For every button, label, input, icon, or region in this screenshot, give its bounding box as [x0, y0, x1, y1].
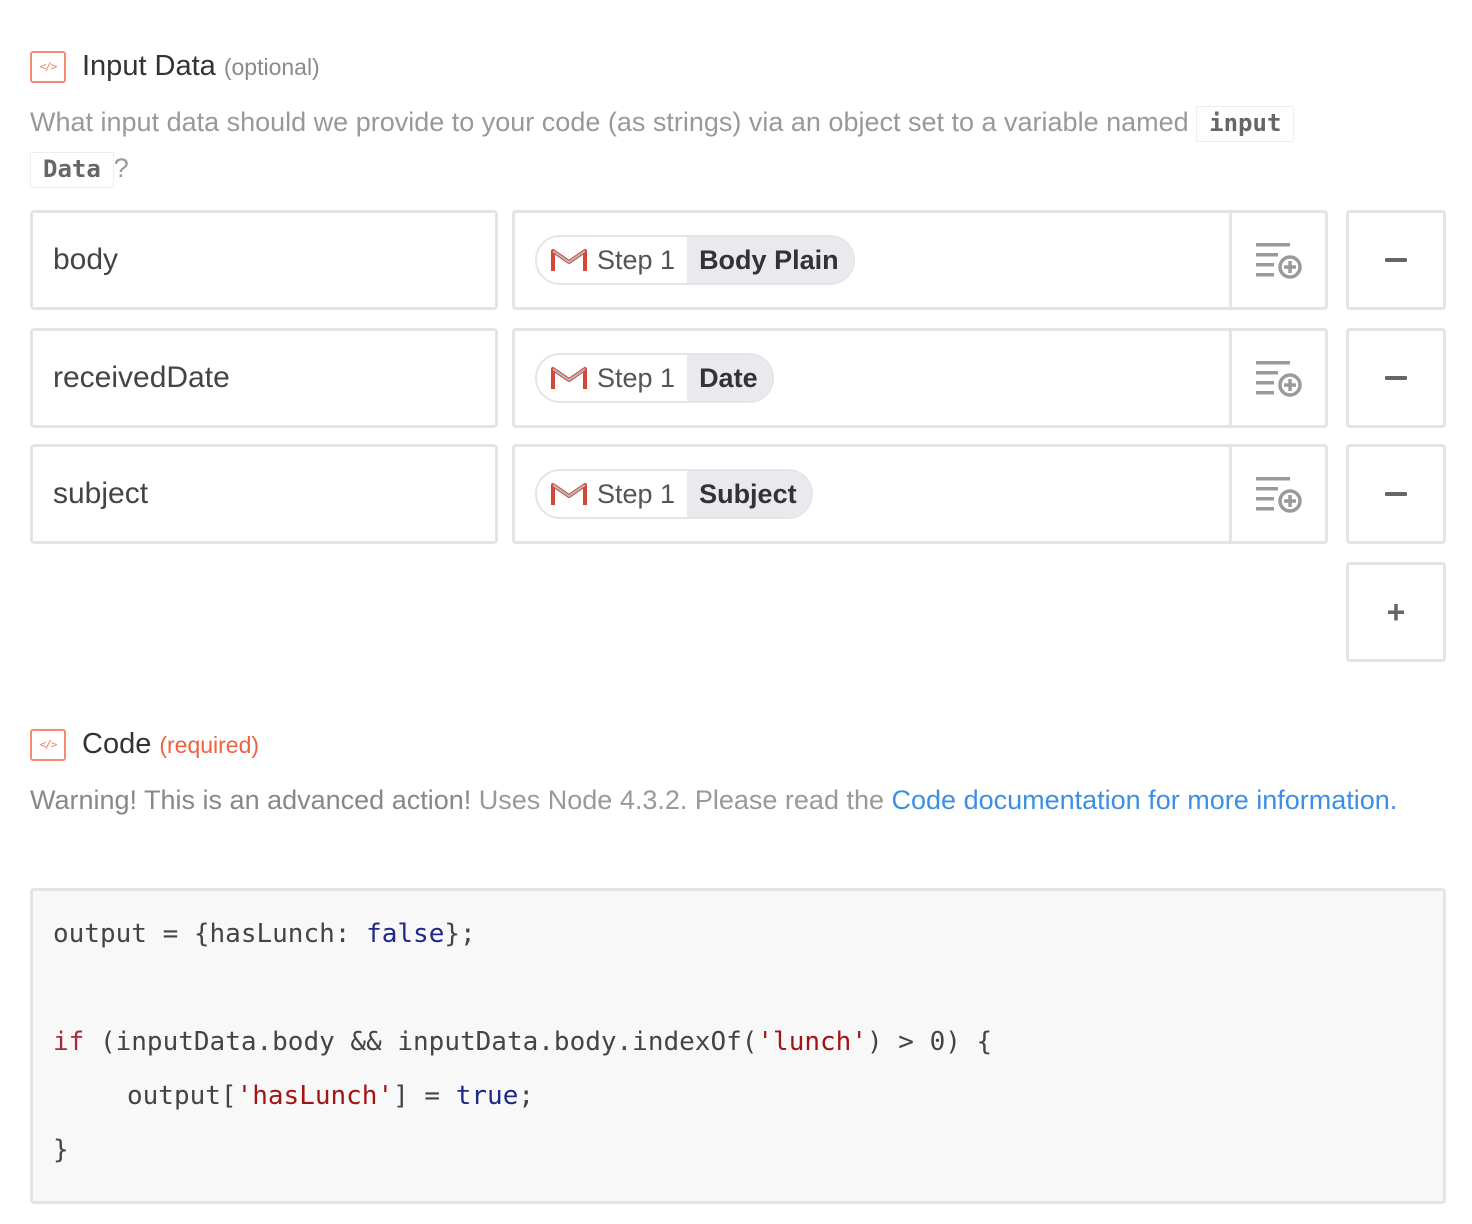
pill-step-label: Step 1	[597, 244, 676, 275]
add-row-button[interactable]: +	[1346, 562, 1446, 662]
required-tag: (required)	[159, 732, 260, 758]
input-value-field[interactable]: Step 1 Date	[512, 328, 1328, 428]
mapped-field-pill[interactable]: Step 1 Subject	[535, 469, 813, 519]
minus-icon	[1385, 258, 1407, 262]
pill-field-label: Date	[687, 355, 772, 401]
code-line: output['hasLunch'] = true;	[127, 1081, 535, 1111]
remove-row-button[interactable]	[1346, 444, 1446, 544]
code-editor[interactable]: output = {hasLunch: false}; if (inputDat…	[30, 888, 1446, 1204]
input-data-variable: input	[1196, 106, 1295, 142]
code-header: </> Code (required)	[30, 728, 259, 761]
warning-bold: Warning! This is an advanced action!	[30, 785, 472, 815]
minus-icon	[1385, 376, 1407, 380]
code-line: if (inputData.body && inputData.body.ind…	[53, 1027, 993, 1057]
input-data-header: </> Input Data (optional)	[30, 50, 320, 83]
input-key-field[interactable]: receivedDate	[30, 328, 498, 428]
insert-field-button[interactable]	[1229, 447, 1325, 541]
input-data-title: Input Data	[82, 50, 216, 82]
code-documentation-link[interactable]: Code documentation for more information.	[892, 785, 1398, 815]
input-value-field[interactable]: Step 1 Body Plain	[512, 210, 1328, 310]
code-line: }	[53, 1135, 69, 1165]
mapped-field-pill[interactable]: Step 1 Date	[535, 353, 774, 403]
minus-icon	[1385, 492, 1407, 496]
insert-field-button[interactable]	[1229, 331, 1325, 425]
insert-field-button[interactable]	[1229, 213, 1325, 307]
gmail-icon	[551, 367, 587, 389]
input-key-field[interactable]: body	[30, 210, 498, 310]
input-data-help: What input data should we provide to you…	[30, 100, 1450, 192]
pill-field-label: Subject	[687, 471, 811, 517]
remove-row-button[interactable]	[1346, 328, 1446, 428]
optional-tag: (optional)	[223, 54, 320, 80]
input-key-field[interactable]: subject	[30, 444, 498, 544]
gmail-icon	[551, 249, 587, 271]
code-icon: </>	[30, 728, 66, 761]
pill-field-label: Body Plain	[687, 237, 853, 283]
insert-field-icon	[1255, 361, 1302, 397]
gmail-icon	[551, 483, 587, 505]
code-warning: Warning! This is an advanced action! Use…	[30, 785, 1398, 815]
remove-row-button[interactable]	[1346, 210, 1446, 310]
insert-field-icon	[1255, 243, 1302, 279]
insert-field-icon	[1255, 477, 1302, 513]
code-icon: </>	[30, 50, 66, 83]
mapped-field-pill[interactable]: Step 1 Body Plain	[535, 235, 855, 285]
code-title: Code	[82, 728, 152, 760]
pill-step-label: Step 1	[597, 478, 676, 509]
input-value-field[interactable]: Step 1 Subject	[512, 444, 1328, 544]
code-line: output = {hasLunch: false};	[53, 919, 476, 949]
pill-step-label: Step 1	[597, 362, 676, 393]
